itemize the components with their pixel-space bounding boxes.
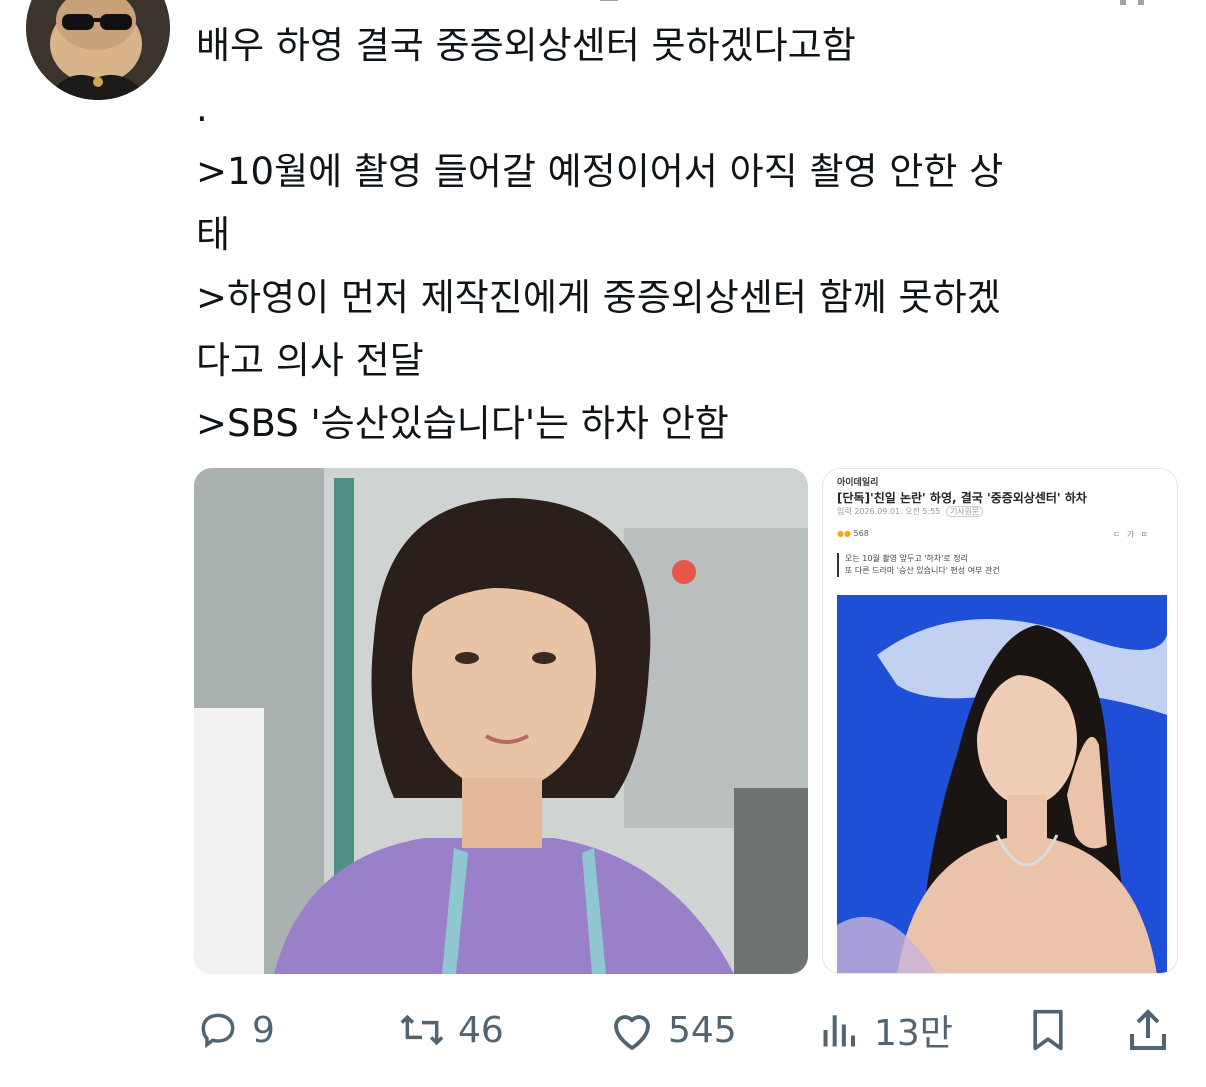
tweet-action-bar: 9 46 545 13만 <box>0 1000 1206 1060</box>
tweet-text: 배우 하영 결국 중증외상센터 못하겠다고함 . >10월에 촬영 들어갈 예정… <box>196 14 1176 455</box>
views-count: 13만 <box>874 1013 953 1054</box>
tweet-line: 배우 하영 결국 중증외상센터 못하겠다고함 <box>196 24 856 67</box>
tweet-line: >하영이 먼저 제작진에게 중증외상센터 함께 못하겠 <box>196 276 1001 319</box>
news-photo-image <box>837 595 1167 973</box>
emoji-reaction-icon: ●● <box>837 529 851 538</box>
tweet-line: >SBS '승산있습니다'는 하차 안함 <box>196 402 729 445</box>
news-headline: [단독]'친일 논란' 하영, 결국 '중증외상센터' 하차 <box>837 491 1087 505</box>
actress-photo-image <box>194 468 808 974</box>
retweet-button[interactable]: 46 <box>398 1000 504 1060</box>
tweet-line: >10월에 촬영 들어갈 예정이어서 아직 촬영 안한 상 <box>196 150 1004 193</box>
tweet-photo-news-article[interactable]: 아이데일리 [단독]'친일 논란' 하영, 결국 '중증외상센터' 하차 입력 … <box>822 468 1178 974</box>
author-avatar[interactable] <box>26 0 170 100</box>
reply-icon <box>201 1013 235 1049</box>
reply-count: 9 <box>252 1009 275 1051</box>
views-chart-icon <box>823 1015 856 1047</box>
news-summary: 오는 10월 촬영 앞두고 '하차'로 정리 또 다른 드라마 '승산 있습니다… <box>837 553 1000 577</box>
share-icon <box>1130 1009 1166 1050</box>
news-reaction: ●● 568 <box>837 529 869 538</box>
news-summary-line: 오는 10월 촬영 앞두고 '하차'로 정리 <box>845 554 968 563</box>
like-count: 545 <box>668 1009 737 1051</box>
news-tools: ㄷ 가 ㄸ <box>1113 530 1151 539</box>
share-button[interactable] <box>1124 1000 1172 1060</box>
reply-button[interactable]: 9 <box>196 1000 275 1060</box>
tweet-line: . <box>196 87 208 130</box>
bookmark-icon <box>1033 1009 1063 1051</box>
news-logo: 아이데일리 <box>837 478 879 488</box>
cut-off-header-glyphs <box>600 0 1144 5</box>
retweet-icon <box>400 1014 444 1046</box>
news-summary-line: 또 다른 드라마 '승산 있습니다' 편성 여부 관건 <box>845 566 1000 575</box>
news-reaction-count: 568 <box>853 529 869 538</box>
tweet-line: 태 <box>196 213 231 256</box>
views-button[interactable]: 13만 <box>818 1000 953 1060</box>
news-date: 입력 2026.09.01. 오전 5:55 <box>837 507 941 516</box>
news-photo <box>837 595 1167 973</box>
cut-off-header <box>560 0 1160 8</box>
heart-icon <box>614 1015 650 1050</box>
bookmark-button[interactable] <box>1026 1000 1070 1060</box>
news-meta: 입력 2026.09.01. 오전 5:55 기사원문 <box>837 506 984 517</box>
tweet-line: 다고 의사 전달 <box>196 339 424 382</box>
retweet-count: 46 <box>458 1009 504 1051</box>
news-original-badge: 기사원문 <box>945 506 984 517</box>
tweet-photo-actress[interactable] <box>194 468 808 974</box>
avatar-cat-image <box>26 0 170 100</box>
like-button[interactable]: 545 <box>608 1000 737 1060</box>
